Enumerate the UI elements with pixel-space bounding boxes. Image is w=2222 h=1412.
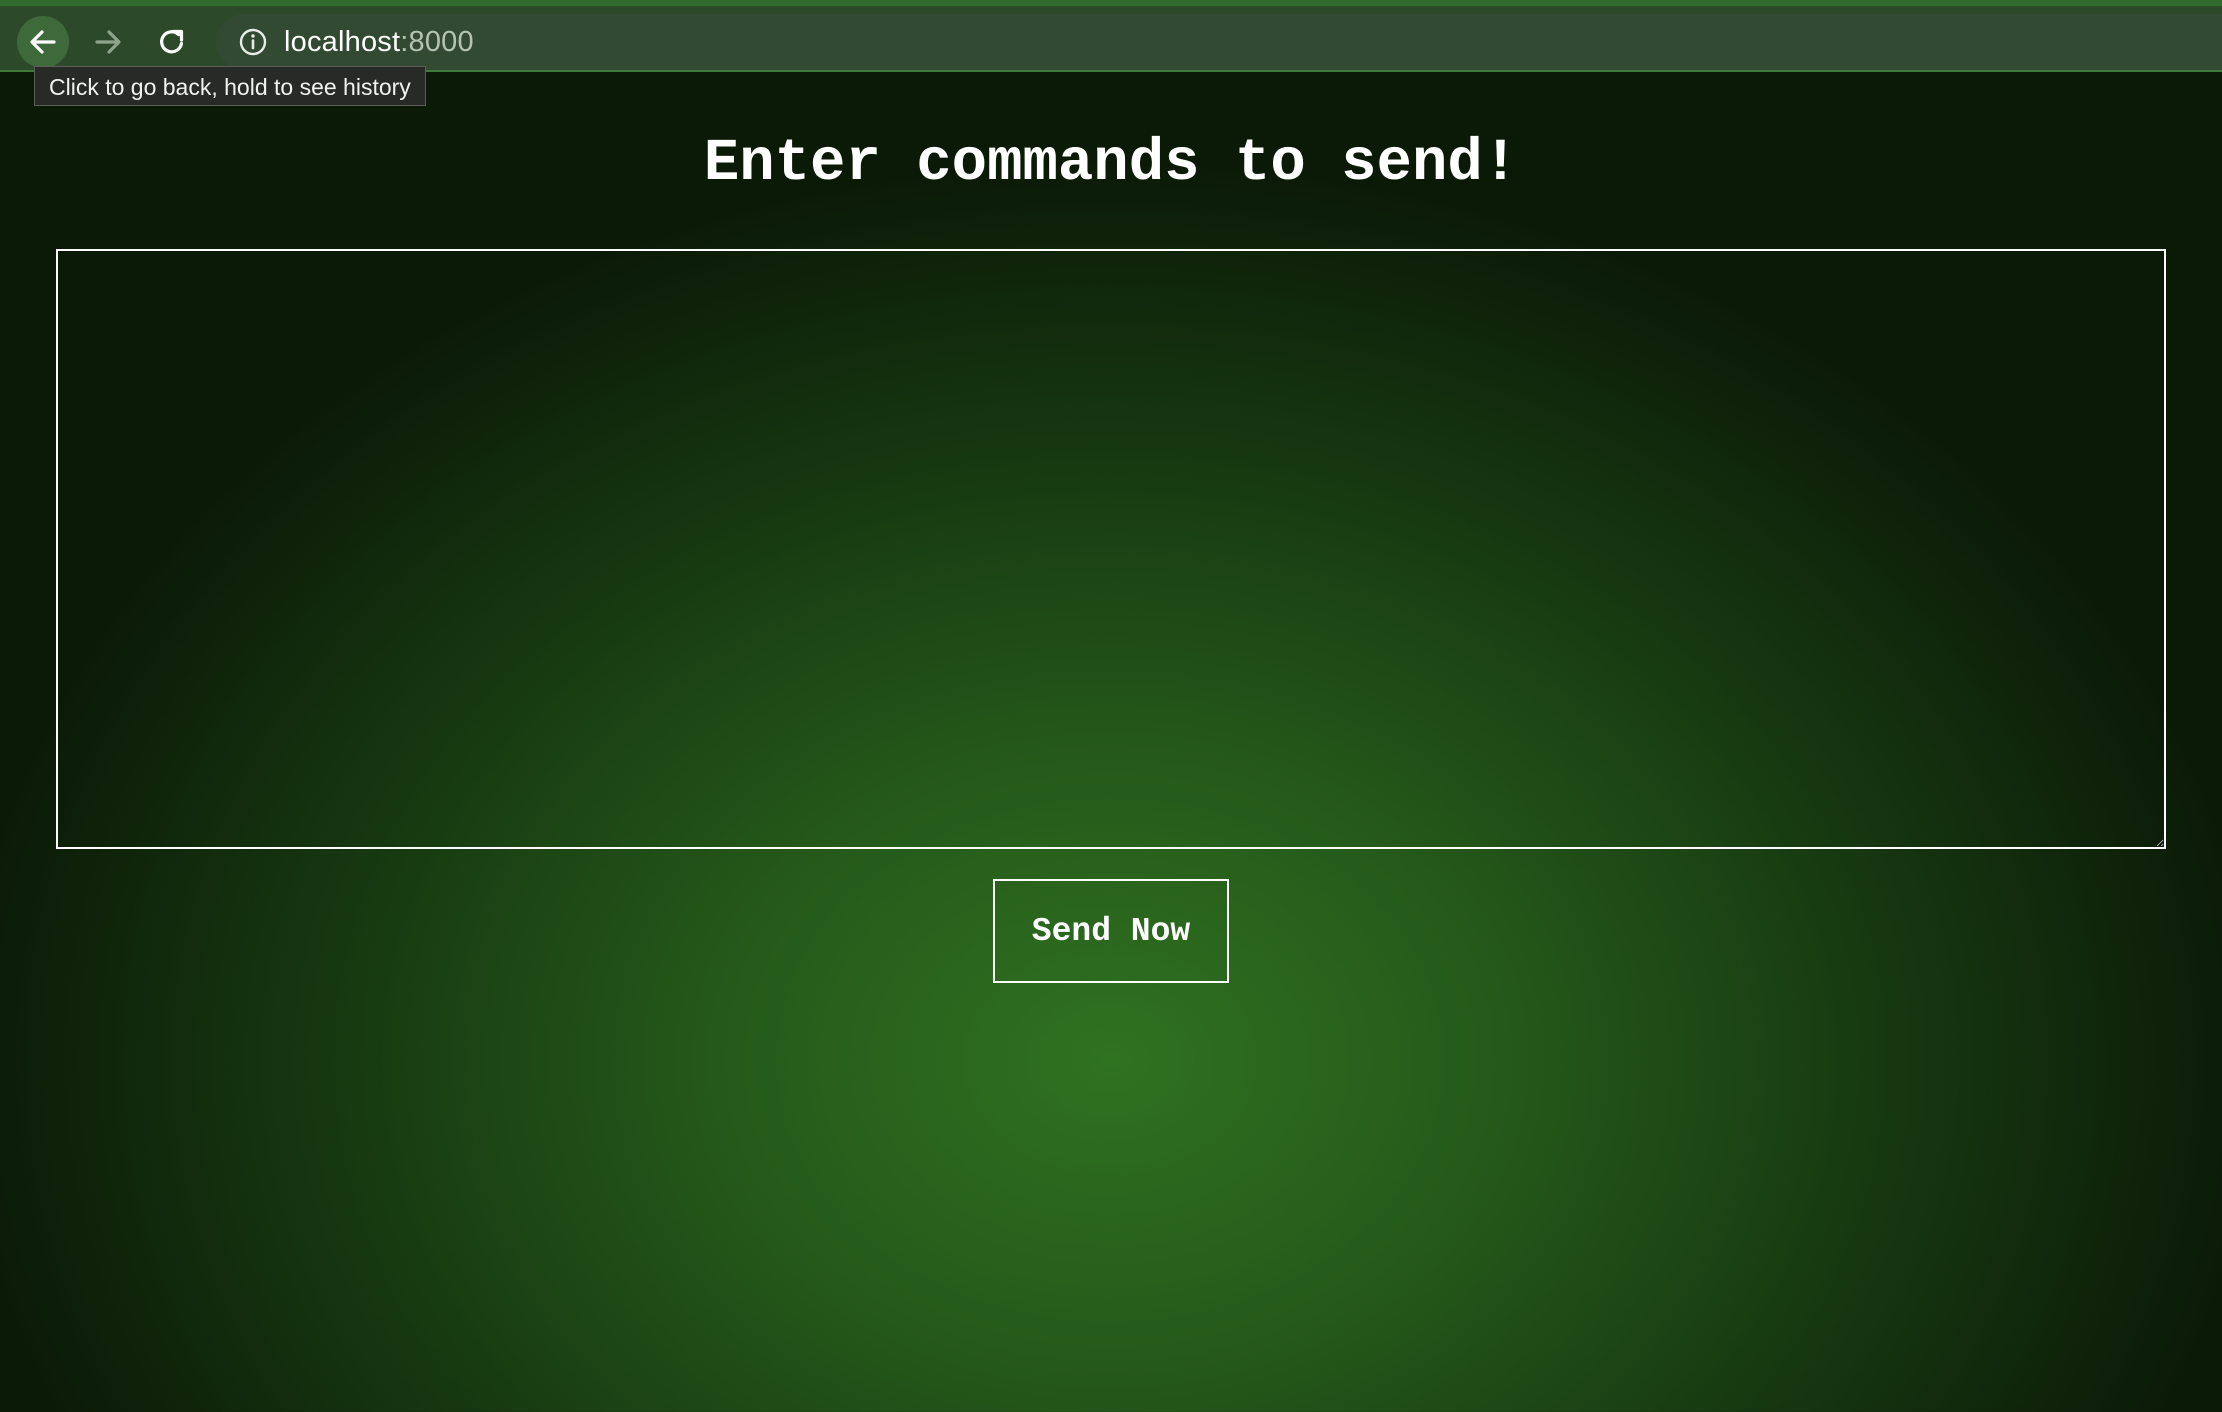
page-title: Enter commands to send! [703, 130, 1519, 197]
arrow-left-icon [30, 30, 56, 54]
back-button[interactable] [17, 16, 69, 68]
arrow-right-icon [95, 30, 121, 54]
reload-button[interactable] [146, 16, 198, 68]
info-icon[interactable] [238, 27, 268, 57]
url-text[interactable]: localhost:8000 [284, 14, 474, 70]
back-button-tooltip: Click to go back, hold to see history [34, 66, 426, 106]
url-port: :8000 [400, 26, 474, 58]
send-now-button[interactable]: Send Now [993, 879, 1229, 983]
command-input[interactable] [56, 249, 2166, 849]
reload-icon [160, 29, 184, 54]
address-bar[interactable]: localhost:8000 [216, 14, 2222, 70]
url-host: localhost [284, 26, 401, 58]
forward-button[interactable] [82, 16, 134, 68]
browser-toolbar: localhost:8000 [0, 0, 2222, 72]
